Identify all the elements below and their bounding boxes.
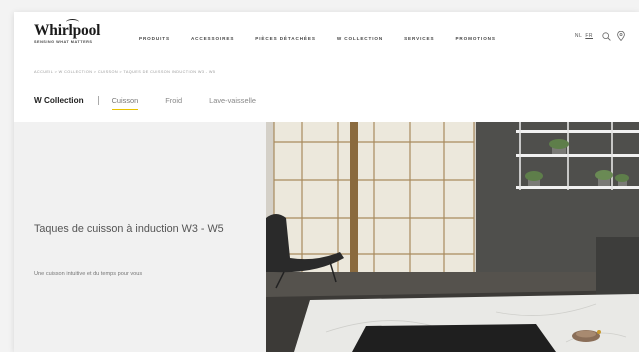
nav-item-promotions[interactable]: PROMOTIONS — [455, 36, 495, 41]
lang-nl[interactable]: NL — [575, 33, 582, 39]
nav-item-produits[interactable]: PRODUITS — [139, 36, 170, 41]
hero-banner: Taques de cuisson à induction W3 - W5 Un… — [14, 122, 639, 352]
collection-subnav: W Collection Cuisson Froid Lave-vaissell… — [34, 96, 283, 110]
search-icon[interactable] — [602, 31, 611, 41]
hero-title: Taques de cuisson à induction W3 - W5 — [34, 223, 224, 235]
header-utilities: NL FR — [575, 31, 625, 41]
subnav-item-cuisson[interactable]: Cuisson — [111, 96, 138, 110]
hero-text-panel: Taques de cuisson à induction W3 - W5 Un… — [14, 122, 266, 352]
location-pin-icon[interactable] — [617, 31, 625, 41]
hero-description: Une cuisson intuitive et du temps pour v… — [34, 271, 143, 277]
subnav-title[interactable]: W Collection — [34, 96, 84, 105]
nav-item-accessoires[interactable]: ACCESSOIRES — [191, 36, 234, 41]
web-page: Whirlpool SENSING WHAT MATTERS PRODUITS … — [14, 12, 639, 352]
logo-tagline: SENSING WHAT MATTERS — [34, 40, 93, 44]
subnav-item-lave-vaisselle[interactable]: Lave-vaisselle — [209, 96, 256, 105]
subnav-divider — [97, 96, 99, 105]
nav-item-services[interactable]: SERVICES — [404, 36, 434, 41]
kitchen-hero-image — [266, 122, 639, 352]
main-nav: PRODUITS ACCESSOIRES PIÈCES DÉTACHÉES W … — [139, 36, 517, 41]
subnav-item-froid[interactable]: Froid — [165, 96, 182, 105]
site-header: Whirlpool SENSING WHAT MATTERS PRODUITS … — [14, 12, 639, 62]
breadcrumb[interactable]: ACCUEIL > W COLLECTION > CUISSON > TAQUE… — [34, 70, 215, 74]
nav-item-pieces-detachees[interactable]: PIÈCES DÉTACHÉES — [255, 36, 316, 41]
nav-item-w-collection[interactable]: W COLLECTION — [337, 36, 383, 41]
logo-swoosh-icon — [66, 19, 79, 25]
whirlpool-logo[interactable]: Whirlpool SENSING WHAT MATTERS — [34, 19, 100, 44]
lang-fr[interactable]: FR — [585, 33, 593, 39]
